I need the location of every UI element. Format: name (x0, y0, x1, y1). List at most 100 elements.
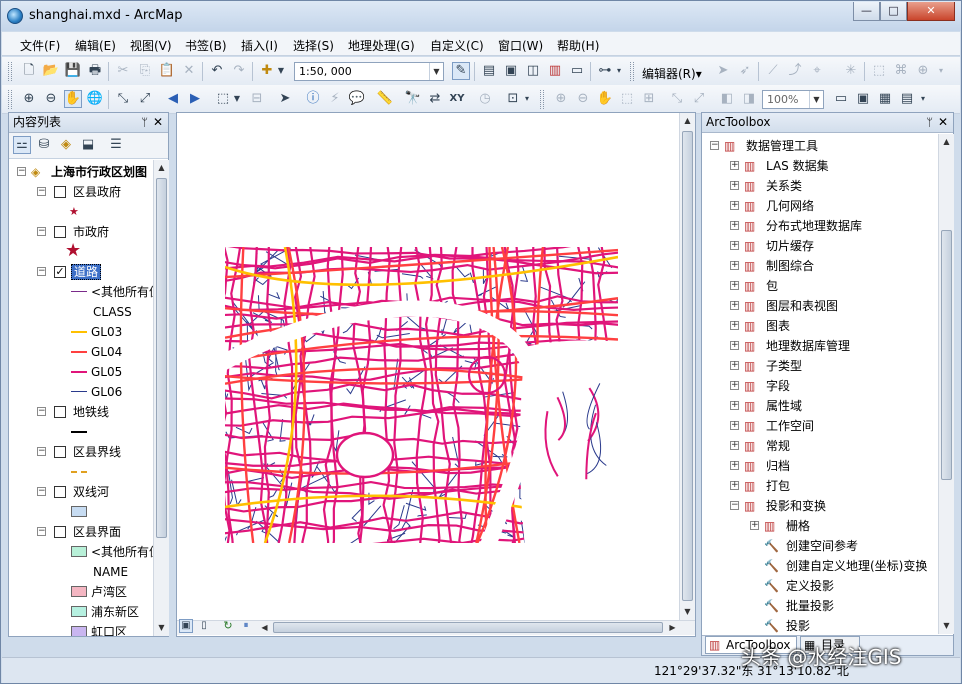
collapse-icon[interactable]: − (730, 501, 739, 510)
expand-icon[interactable]: + (730, 261, 739, 270)
expand-icon[interactable]: + (750, 521, 759, 530)
html-popup-icon[interactable]: 💬 (348, 90, 366, 108)
minimize-button[interactable]: — (853, 2, 880, 21)
pan-hand-icon[interactable]: ✋ (64, 90, 82, 108)
scroll-down-icon[interactable]: ▼ (939, 618, 954, 634)
identify-icon[interactable]: ⓘ (304, 90, 322, 108)
toolset-row[interactable]: + ▥ 常规 (702, 436, 938, 456)
new-document-icon[interactable]: 🗋 (20, 62, 38, 80)
menu-geoprocessing[interactable]: 地理处理(G) (348, 37, 415, 54)
expand-icon[interactable]: + (730, 341, 739, 350)
dataframe-row[interactable]: − ◈ 上海市行政区划图 (9, 162, 153, 182)
create-viewer-window-icon[interactable]: ⊡ (504, 90, 522, 108)
scroll-thumb[interactable] (682, 131, 693, 601)
expand-icon[interactable]: + (730, 181, 739, 190)
layer-visibility-checkbox[interactable]: ✓ (54, 266, 66, 278)
open-folder-icon[interactable]: 📂 (42, 62, 60, 80)
expand-icon[interactable]: + (730, 441, 739, 450)
close-button[interactable]: ✕ (907, 2, 955, 21)
layout-zoom-out-icon[interactable]: ⊖ (574, 90, 592, 108)
layer-visibility-checkbox[interactable] (54, 186, 66, 198)
toolbox-scrollbar[interactable]: ▲ ▼ (938, 134, 954, 634)
menu-file[interactable]: 文件(F) (20, 37, 60, 54)
chevron-down-icon[interactable]: ▼ (809, 91, 823, 108)
toolset-row[interactable]: + ▥ 地理数据库管理 (702, 336, 938, 356)
map-scale-combo[interactable]: 1:50, 000 ▼ (294, 62, 444, 81)
maximize-button[interactable]: □ (880, 2, 907, 21)
expand-icon[interactable]: + (730, 241, 739, 250)
collapse-icon[interactable]: − (37, 447, 46, 456)
fixed-zoom-in-icon[interactable]: ⤡ (114, 90, 132, 108)
tool-row[interactable]: 🔨 创建自定义地理(坐标)变换 (702, 556, 938, 576)
menu-windows[interactable]: 窗口(W) (498, 37, 543, 54)
find-binoculars-icon[interactable]: 🔭 (404, 90, 422, 108)
menu-bookmarks[interactable]: 书签(B) (185, 37, 227, 54)
expand-icon[interactable]: + (730, 161, 739, 170)
collapse-icon[interactable]: − (37, 487, 46, 496)
toolset-row[interactable]: + ▥ 切片缓存 (702, 236, 938, 256)
expand-icon[interactable]: + (730, 301, 739, 310)
scroll-right-icon[interactable]: ▶ (665, 621, 680, 635)
measure-icon[interactable]: 📏 (376, 90, 394, 108)
map-vertical-scrollbar[interactable]: ▲ ▼ (679, 113, 695, 620)
layer-row[interactable]: − 区县界面 (9, 522, 153, 542)
expand-icon[interactable]: + (730, 321, 739, 330)
toolset-row[interactable]: + ▥ 制图综合 (702, 256, 938, 276)
menu-insert[interactable]: 插入(I) (241, 37, 278, 54)
point-icon[interactable]: ✳ (842, 62, 860, 80)
menu-view[interactable]: 视图(V) (130, 37, 172, 54)
toolset-row[interactable]: + ▥ 字段 (702, 376, 938, 396)
tool-row[interactable]: 🔨 定义投影 (702, 576, 938, 596)
select-elements-icon[interactable]: ➤ (276, 90, 294, 108)
toolset-row[interactable]: + ▥ 分布式地理数据库 (702, 216, 938, 236)
collapse-icon[interactable]: − (37, 527, 46, 536)
collapse-icon[interactable]: − (710, 141, 719, 150)
expand-icon[interactable]: + (730, 381, 739, 390)
scroll-up-icon[interactable]: ▲ (939, 134, 954, 150)
chevron-down-icon[interactable]: ▼ (429, 63, 443, 80)
pause-drawing-icon[interactable]: ⏸ (239, 619, 253, 633)
next-extent-icon[interactable]: ◨ (740, 90, 758, 108)
endpoint-arc-icon[interactable]: ⤴ (786, 62, 804, 80)
expand-icon[interactable]: + (730, 281, 739, 290)
expand-icon[interactable]: + (730, 401, 739, 410)
scroll-thumb[interactable] (273, 622, 663, 633)
scroll-down-icon[interactable]: ▼ (680, 604, 695, 620)
toolset-row[interactable]: + ▥ 归档 (702, 456, 938, 476)
toolbox-root-row[interactable]: − ▥ 数据管理工具 (702, 136, 938, 156)
zoom-100-icon[interactable]: ⊞ (640, 90, 658, 108)
layer-visibility-checkbox[interactable] (54, 446, 66, 458)
tool-row[interactable]: 🔨 创建空间参考 (702, 536, 938, 556)
scroll-up-icon[interactable]: ▲ (154, 160, 169, 176)
data-view-icon[interactable]: ▣ (179, 619, 193, 633)
auto-hide-pin-icon[interactable]: ᛘ (141, 113, 148, 132)
layout-zoom-in-icon[interactable]: ⊕ (552, 90, 570, 108)
add-data-dropdown-icon[interactable]: ▼ (276, 62, 286, 80)
zoom-out-icon[interactable]: ⊖ (42, 90, 60, 108)
add-data-icon[interactable]: ✚ (258, 62, 276, 80)
cut-polygons-icon[interactable]: ⊕ (914, 62, 932, 80)
road-map-canvas[interactable] (177, 113, 695, 618)
menu-customize[interactable]: 自定义(C) (430, 37, 484, 54)
refresh-icon[interactable]: ↻ (221, 619, 235, 633)
layout-view-icon[interactable]: ▯ (197, 619, 211, 633)
expand-icon[interactable]: + (730, 481, 739, 490)
trace-icon[interactable]: ⌖ (808, 62, 826, 80)
scroll-left-icon[interactable]: ◀ (257, 621, 272, 635)
python-window-icon[interactable]: ▭ (568, 62, 586, 80)
catalog-window-icon[interactable]: ▣ (502, 62, 520, 80)
hyperlink-icon[interactable]: ⚡ (326, 90, 344, 108)
straight-segment-icon[interactable]: ⟋ (764, 62, 782, 80)
layer-row[interactable]: − ✓ 道路 (9, 262, 153, 282)
time-slider-icon[interactable]: ◷ (476, 90, 494, 108)
toolset-row[interactable]: + ▥ 打包 (702, 476, 938, 496)
list-by-drawing-order-icon[interactable]: ⚍ (13, 136, 31, 154)
toolbar-options-icon[interactable]: ▾ (522, 90, 532, 108)
edit-tool-icon[interactable]: ➤ (714, 62, 732, 80)
redo-icon[interactable]: ↷ (230, 62, 248, 80)
toolset-row[interactable]: + ▥ LAS 数据集 (702, 156, 938, 176)
editor-toolbar-icon[interactable]: ✎ (452, 62, 470, 80)
toc-options-icon[interactable]: ☰ (107, 136, 125, 154)
toolset-row[interactable]: + ▥ 子类型 (702, 356, 938, 376)
layer-row[interactable]: − 区县政府 (9, 182, 153, 202)
